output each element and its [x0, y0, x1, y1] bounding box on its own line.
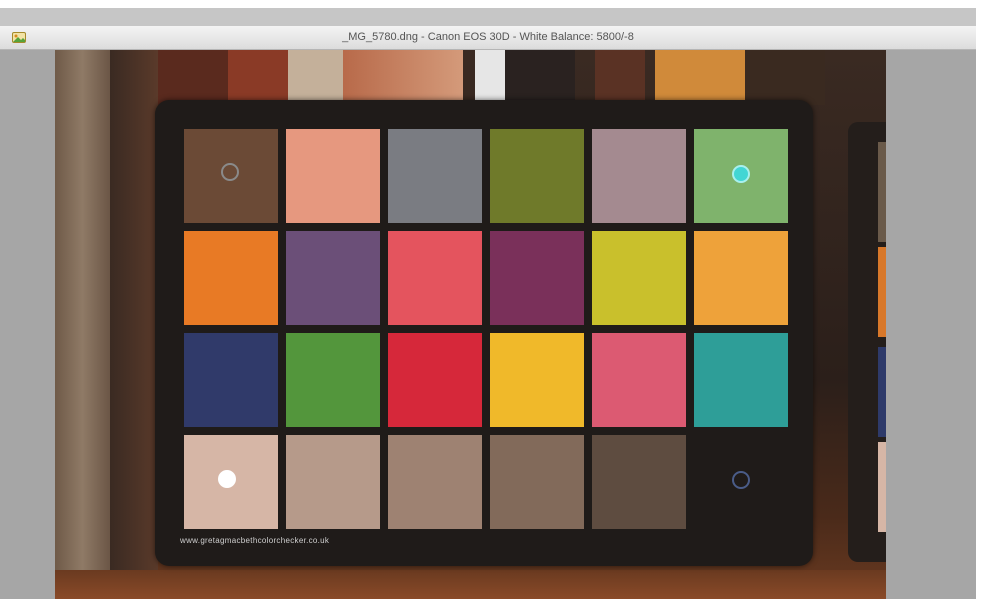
color-patch-blue: [184, 333, 278, 427]
book-top: [343, 50, 463, 100]
color-patch-foliage: [490, 129, 584, 223]
book-top: [288, 50, 343, 105]
color-patch-moderate-red: [388, 231, 482, 325]
color-sampler-marker[interactable]: [732, 471, 750, 489]
second-chart-edge: [848, 122, 886, 562]
strip: [878, 442, 886, 532]
color-patch-orange: [184, 231, 278, 325]
color-patch-green: [286, 333, 380, 427]
window-titlebar[interactable]: _MG_5780.dng - Canon EOS 30D - White Bal…: [0, 26, 976, 50]
book-spine-left: [55, 50, 110, 599]
color-patch-neutral-3-5: [592, 435, 686, 529]
book-top: [655, 50, 745, 105]
color-sampler-marker[interactable]: [732, 165, 750, 183]
top-strip: [0, 0, 984, 8]
book-top: [475, 50, 505, 100]
color-patch-blue-flower: [592, 129, 686, 223]
color-patch-neutral-6-5: [388, 435, 482, 529]
card-website-text: www.gretagmacbethcolorchecker.co.uk: [180, 536, 330, 545]
strip: [878, 247, 886, 337]
toolbar-band: [0, 8, 976, 26]
color-checker-card: [155, 100, 813, 566]
color-patch-cyan: [694, 333, 788, 427]
color-patch-magenta: [592, 333, 686, 427]
strip: [878, 142, 886, 242]
color-patch-yellow: [490, 333, 584, 427]
color-patch-blue-sky: [388, 129, 482, 223]
book-top: [595, 50, 645, 100]
book-top: [745, 50, 825, 105]
color-patch-orange-yellow: [694, 231, 788, 325]
color-sampler-marker[interactable]: [221, 163, 239, 181]
window-title: _MG_5780.dng - Canon EOS 30D - White Bal…: [342, 31, 634, 43]
color-patch-purplish-blue: [286, 231, 380, 325]
color-patch-purple: [490, 231, 584, 325]
shelf: [55, 570, 886, 599]
color-patch-light-skin: [286, 129, 380, 223]
book-spine: [110, 50, 158, 599]
color-patch-red: [388, 333, 482, 427]
color-patch-neutral-5: [490, 435, 584, 529]
color-patch-neutral-8: [286, 435, 380, 529]
strip: [878, 347, 886, 437]
book-top: [505, 50, 575, 100]
color-patch-yellow-green: [592, 231, 686, 325]
color-sampler-marker[interactable]: [218, 470, 236, 488]
